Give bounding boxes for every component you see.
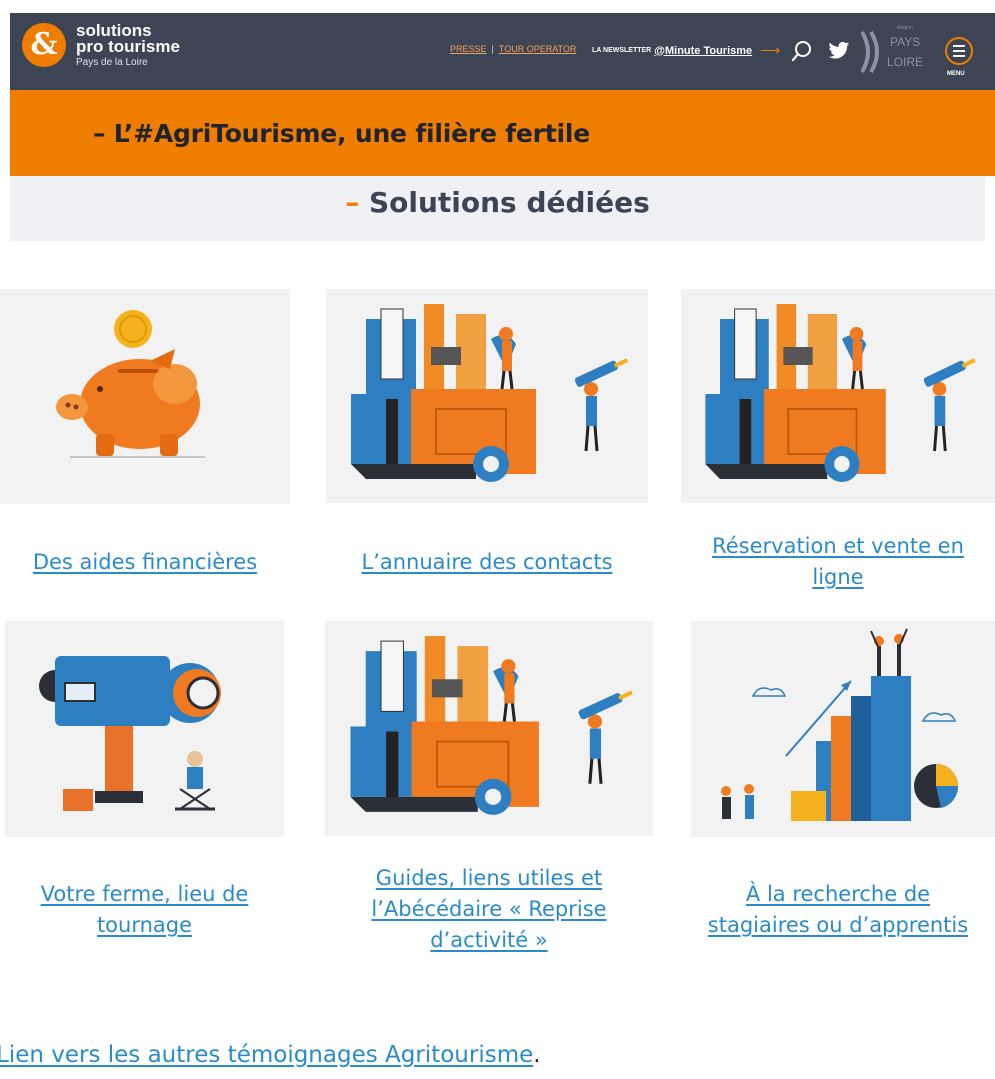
presse-link[interactable]: PRESSE <box>450 44 487 54</box>
toolbox-illustration-icon <box>325 621 653 836</box>
site-header: & solutions pro tourisme Pays de la Loir… <box>10 13 995 90</box>
growth-illustration-icon <box>691 621 995 837</box>
section-title-text: Solutions dédiées <box>368 186 650 219</box>
card-image-reservation[interactable] <box>681 289 995 503</box>
menu-icon-bar <box>953 50 965 52</box>
tour-operator-link[interactable]: TOUR OPERATOR <box>499 44 577 54</box>
twitter-icon[interactable] <box>828 41 850 61</box>
card-link-annuaire[interactable]: L’annuaire des contacts <box>326 547 648 578</box>
search-icon[interactable] <box>790 39 814 63</box>
toolbox-illustration-icon <box>326 289 648 503</box>
newsletter-name: @Minute Tourisme <box>654 44 753 57</box>
testimonials-link[interactable]: Lien vers les autres témoignages Agritou… <box>0 1042 533 1068</box>
camera-illustration-icon <box>5 621 284 837</box>
card-image-stagiaires[interactable] <box>691 621 995 837</box>
logo-line-2: pro tourisme <box>76 37 180 56</box>
card-link-reservation[interactable]: Réservation et vente en ligne <box>681 531 995 593</box>
section-header: – Solutions dédiées <box>10 176 985 241</box>
menu-button[interactable] <box>945 37 973 65</box>
section-title-dash: – <box>345 186 360 219</box>
menu-icon-bar <box>953 55 965 57</box>
trailing-period: . <box>533 1042 541 1068</box>
region-label: Région <box>897 25 913 31</box>
region-loire-label: LOIRE <box>887 55 924 69</box>
newsletter-prefix: LA NEWSLETTER <box>592 47 652 54</box>
card-image-aides-financieres[interactable] <box>0 289 290 504</box>
menu-label[interactable]: MENU <box>947 71 965 77</box>
newsletter-link[interactable]: LA NEWSLETTER @Minute Tourisme ⟶ <box>592 42 780 59</box>
testimonials-paragraph: Lien vers les autres témoignages Agritou… <box>0 1042 541 1068</box>
logo-subtitle: Pays de la Loire <box>76 57 148 68</box>
piggy-bank-icon <box>0 289 290 504</box>
arrow-right-icon: ⟶ <box>760 42 781 58</box>
card-image-guides[interactable] <box>325 621 653 836</box>
top-links: PRESSE | TOUR OPERATOR <box>450 44 576 54</box>
toolbox-illustration-icon <box>681 289 995 503</box>
card-link-aides-financieres[interactable]: Des aides financières <box>0 547 290 578</box>
card-link-stagiaires[interactable]: À la recherche de stagiaires ou d’appren… <box>681 879 995 941</box>
page-title: – L’#AgriTourisme, une filière fertile <box>93 118 591 148</box>
logo-text: solutions pro tourisme Pays de la Loire <box>76 22 180 68</box>
region-pays-label: PAYS <box>890 35 921 49</box>
card-image-tournage[interactable] <box>5 621 284 837</box>
card-link-tournage[interactable]: Votre ferme, lieu de tournage <box>5 879 284 941</box>
section-title: – Solutions dédiées <box>10 186 985 219</box>
card-image-annuaire[interactable] <box>326 289 648 503</box>
site-logo[interactable]: & solutions pro tourisme Pays de la Loir… <box>22 22 180 68</box>
card-link-guides[interactable]: Guides, liens utiles et l’Abécédaire « R… <box>325 863 653 956</box>
logo-ampersand-icon: & <box>22 23 66 67</box>
page-banner: – L’#AgriTourisme, une filière fertile <box>10 90 995 176</box>
link-separator: | <box>491 44 494 54</box>
menu-icon-bar <box>953 45 965 47</box>
